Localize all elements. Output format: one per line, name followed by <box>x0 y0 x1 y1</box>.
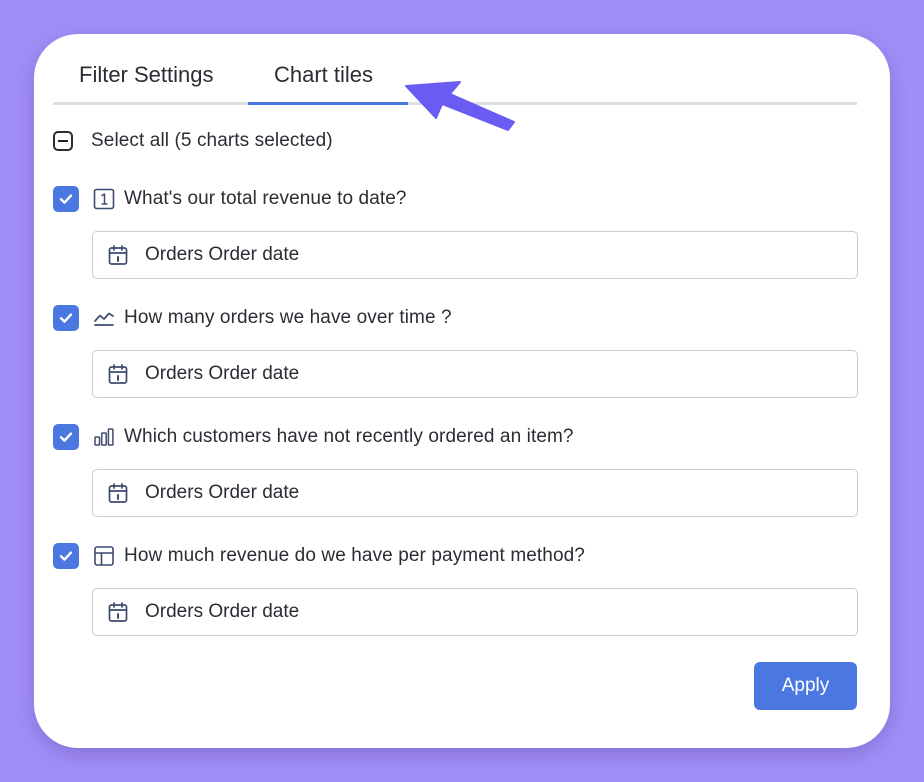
chart-tile-row[interactable]: How much revenue do we have per payment … <box>53 543 585 569</box>
chart-title: How much revenue do we have per payment … <box>124 545 585 566</box>
chart-checkbox[interactable] <box>53 543 79 569</box>
filter-field-label: Orders Order date <box>145 482 300 503</box>
calendar-icon <box>107 363 129 385</box>
filter-panel: Filter Settings Chart tiles Select all (… <box>34 34 890 748</box>
calendar-icon <box>107 482 129 504</box>
tab-chart-tiles[interactable]: Chart tiles <box>274 62 373 88</box>
filter-field-label: Orders Order date <box>145 601 300 622</box>
calendar-icon <box>107 244 129 266</box>
active-tab-indicator <box>248 102 408 105</box>
big-number-icon <box>93 188 115 210</box>
chart-checkbox[interactable] <box>53 305 79 331</box>
date-filter-field[interactable]: Orders Order date <box>92 350 858 398</box>
chart-title: What's our total revenue to date? <box>124 188 407 209</box>
checkmark-icon <box>59 432 73 442</box>
chart-tile-row[interactable]: What's our total revenue to date? <box>53 186 407 212</box>
chart-tile-row[interactable]: Which customers have not recently ordere… <box>53 424 574 450</box>
select-all-label: Select all (5 charts selected) <box>91 130 333 151</box>
calendar-icon <box>107 601 129 623</box>
arrow-annotation <box>405 81 515 131</box>
checkmark-icon <box>59 194 73 204</box>
select-all-row[interactable]: Select all (5 charts selected) <box>53 129 333 153</box>
filter-field-label: Orders Order date <box>145 244 300 265</box>
bar-chart-icon <box>93 426 115 448</box>
select-all-checkbox[interactable] <box>53 131 73 151</box>
date-filter-field[interactable]: Orders Order date <box>92 469 858 517</box>
table-icon <box>93 545 115 567</box>
chart-title: Which customers have not recently ordere… <box>124 426 574 447</box>
line-chart-icon <box>93 307 115 329</box>
date-filter-field[interactable]: Orders Order date <box>92 588 858 636</box>
chart-checkbox[interactable] <box>53 424 79 450</box>
chart-checkbox[interactable] <box>53 186 79 212</box>
filter-field-label: Orders Order date <box>145 363 300 384</box>
checkmark-icon <box>59 551 73 561</box>
chart-tile-row[interactable]: How many orders we have over time ? <box>53 305 452 331</box>
tab-filter-settings[interactable]: Filter Settings <box>79 62 214 88</box>
date-filter-field[interactable]: Orders Order date <box>92 231 858 279</box>
apply-button[interactable]: Apply <box>754 662 857 710</box>
checkmark-icon <box>59 313 73 323</box>
chart-title: How many orders we have over time ? <box>124 307 452 328</box>
